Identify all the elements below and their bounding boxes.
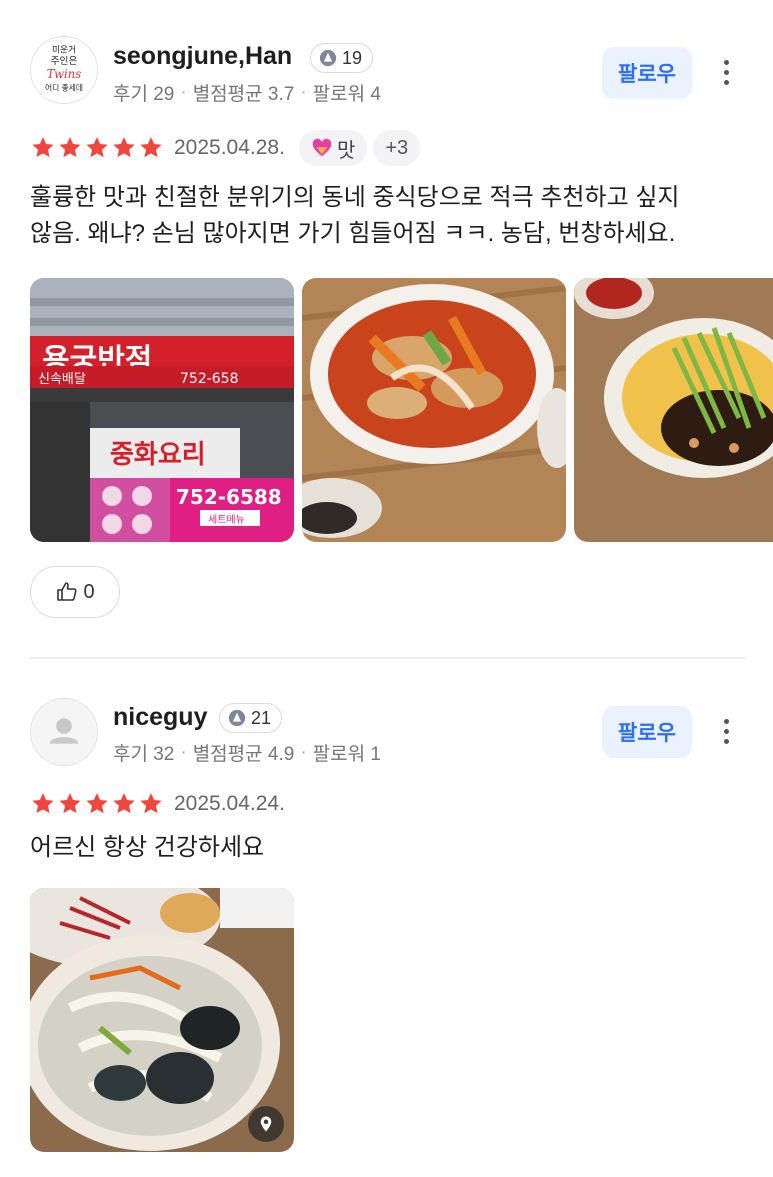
more-options-icon[interactable]: [712, 52, 740, 92]
average-rating: 별점평균 3.7: [192, 84, 295, 105]
tag-label: 맛: [336, 139, 356, 162]
star-icon: [113, 793, 135, 814]
sign-phone-big: 752-6588: [176, 485, 282, 509]
star-icon: [113, 137, 135, 158]
review-photo-dish[interactable]: [302, 278, 566, 542]
follow-button[interactable]: 팔로우: [602, 47, 692, 99]
average-rating: 별점평균 4.9: [192, 744, 295, 765]
avatar-text-line: 미운거: [52, 45, 76, 56]
thumbs-up-icon: [57, 582, 78, 601]
review-text-line: 훌륭한 맛과 친절한 분위기의 동네 중식당으로 적극 추천하고 싶지: [30, 184, 680, 211]
sign-set-menu: 세트메뉴: [208, 514, 245, 526]
sign-delivery: 신속배달: [38, 372, 86, 387]
review-count: 후기 32: [113, 744, 175, 765]
avatar-text-line: 주인은: [51, 55, 78, 67]
tag-chip-taste[interactable]: 맛: [298, 130, 368, 166]
star-icon: [32, 793, 54, 814]
review-text-line: 않음. 왜냐? 손님 많아지면 가기 힘들어짐 ㅋㅋ. 농담, 번창하세요.: [30, 220, 676, 247]
avatar[interactable]: 미운거 주인은 Twins 어디 좋세데: [30, 36, 98, 104]
level-badge: 21: [219, 703, 283, 733]
star-icon: [59, 793, 81, 814]
review-photo-jjamppong[interactable]: [30, 888, 294, 1152]
like-button[interactable]: 0: [30, 566, 120, 618]
level-number: 21: [251, 707, 272, 728]
star-icon: [86, 793, 108, 814]
avatar-text-line: 어디 좋세데: [45, 82, 83, 92]
review-count: 후기 29: [113, 84, 175, 105]
sign-phone-top: 752-658: [180, 371, 239, 387]
more-tags-chip[interactable]: +3: [373, 130, 421, 166]
review-text-line: 어르신 항상 건강하세요: [30, 834, 265, 861]
level-number: 19: [342, 47, 363, 68]
follow-button[interactable]: 팔로우: [602, 706, 692, 758]
review-photo-storefront[interactable]: 용궁반점 신속배달 752-658 중화요리 752-6588 세트메뉴: [30, 278, 294, 542]
level-icon: [319, 49, 337, 67]
user-stats: 후기 32 · 별점평균 4.9 · 팔로워 1: [113, 739, 381, 766]
follower-count: 팔로워 4: [312, 84, 381, 105]
level-badge: 19: [310, 43, 374, 73]
user-name[interactable]: niceguy: [113, 703, 207, 732]
review-date: 2025.04.24.: [174, 792, 285, 815]
review-divider: [30, 657, 745, 659]
follower-count: 팔로워 1: [312, 744, 381, 765]
like-count: 0: [83, 580, 95, 603]
star-rating: [30, 135, 164, 161]
rating-row: 2025.04.24.: [30, 784, 285, 824]
avatar-text-line: Twins: [47, 67, 81, 81]
user-stats: 후기 29 · 별점평균 3.7 · 팔로워 4: [113, 79, 381, 106]
heart-taste-icon: [312, 138, 332, 157]
star-rating: [30, 791, 164, 817]
sign-cuisine: 중화요리: [110, 440, 206, 470]
location-pin-icon[interactable]: [248, 1106, 284, 1142]
review-text[interactable]: 훌륭한 맛과 친절한 분위기의 동네 중식당으로 적극 추천하고 싶지 않음. …: [30, 180, 750, 252]
photo-strip: [30, 888, 294, 1152]
review-date: 2025.04.28.: [174, 136, 285, 159]
more-options-icon[interactable]: [712, 711, 740, 751]
avatar[interactable]: [30, 698, 98, 766]
star-icon: [140, 793, 162, 814]
review-text[interactable]: 어르신 항상 건강하세요: [30, 830, 750, 866]
star-icon: [140, 137, 162, 158]
photo-strip: 용궁반점 신속배달 752-658 중화요리 752-6588 세트메뉴: [30, 278, 773, 542]
default-user-icon: [31, 699, 97, 765]
review-photo-noodles[interactable]: [574, 278, 773, 542]
rating-row: 2025.04.28. 맛 +3: [30, 128, 421, 168]
star-icon: [32, 137, 54, 158]
star-icon: [86, 137, 108, 158]
star-icon: [59, 137, 81, 158]
user-name[interactable]: seongjune,Han: [113, 42, 292, 71]
level-icon: [228, 709, 246, 727]
